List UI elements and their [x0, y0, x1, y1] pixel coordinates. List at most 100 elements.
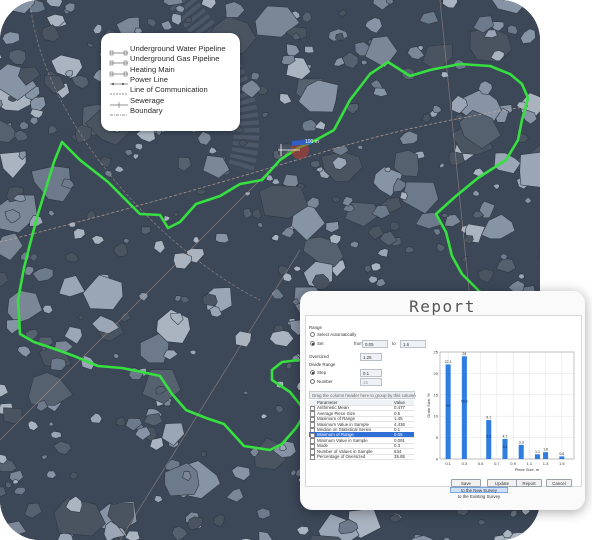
legend-label: Line of Communication: [130, 84, 208, 94]
legend-item: Underground Gas Pipeline: [109, 53, 220, 66]
number-input[interactable]: 15: [360, 378, 382, 386]
legend-label: Power Line: [130, 74, 168, 84]
bar-value-label: 0.6: [559, 452, 564, 456]
legend-label: Sewerage: [130, 95, 165, 105]
straight-line-2: [119, 249, 301, 540]
legend-item: Sewerage: [109, 95, 165, 108]
bar-secondary-label: 3.4: [503, 445, 508, 449]
row-value: 1.45: [394, 416, 403, 422]
row-parameter: Median on Statistical Series: [317, 427, 372, 432]
power-line-icon: [109, 75, 129, 86]
sewerage-icon: [109, 96, 129, 108]
y-tick-label: 10: [434, 414, 439, 419]
row-parameter: Arithmetic Mean: [317, 405, 349, 411]
legend-label: Underground Water Pipeline: [130, 43, 226, 53]
row-checkbox[interactable]: [310, 454, 316, 460]
y-tick-label: 5: [436, 435, 439, 440]
water-pipeline-icon: [109, 44, 129, 56]
x-tick-label: 0.7: [494, 461, 500, 466]
row-value: 0.05: [394, 432, 403, 438]
oversized-label: Oversized: [309, 354, 329, 359]
oversized-input[interactable]: 1.25: [360, 353, 382, 361]
legend-label: Underground Gas Pipeline: [130, 53, 220, 63]
range-label: Range: [309, 325, 322, 330]
x-tick-label: 0.1: [445, 461, 451, 466]
step-radio[interactable]: [310, 370, 315, 375]
legend-item: Boundary: [109, 105, 163, 116]
histogram-bar: [543, 452, 549, 459]
bar-value-label: 1.6: [543, 448, 548, 452]
histogram-bar: [534, 454, 540, 459]
x-tick-label: 0.3: [462, 461, 468, 466]
legend-item: Underground Water Pipeline: [109, 43, 226, 56]
legend-item: Power Line: [109, 74, 168, 86]
bar-value-label: 24: [462, 352, 466, 356]
legend-item: Line of Communication: [109, 84, 208, 95]
range-from-value: 0.05: [365, 341, 374, 347]
row-value: 0.1: [394, 427, 401, 432]
save-to-existing-survey-item[interactable]: to the Existing Survey: [450, 494, 508, 500]
divide-range-label: Divide Range: [309, 362, 336, 367]
bar-value-label: 3.3: [519, 440, 524, 444]
save-dropdown-menu: to the New Survey to the Existing Survey: [450, 487, 508, 499]
cancel-button[interactable]: Cancel: [546, 479, 572, 487]
histogram-bar: [461, 356, 467, 459]
step-input[interactable]: 0.1: [360, 369, 382, 377]
histogram-bar: [445, 364, 451, 459]
range-to-value: 1.6: [403, 341, 410, 347]
gas-pipeline-icon: [109, 54, 129, 66]
group-by-hint: Drag the column header here to group by …: [312, 392, 416, 398]
table-row[interactable]: Percentage of Oversized 35.85: [309, 454, 414, 460]
y-tick-label: 0: [436, 457, 439, 462]
update-button[interactable]: Update: [487, 479, 517, 487]
step-value: 0.1: [363, 370, 370, 376]
select-automatically-radio[interactable]: [310, 332, 315, 337]
range-to-input[interactable]: 1.6: [400, 340, 426, 348]
report-body: Range Select Automatically Set from 0.05…: [305, 315, 582, 487]
save-to-new-survey-item[interactable]: to the New Survey: [450, 487, 508, 493]
row-parameter: Minimum Value in Sample: [317, 437, 368, 443]
histogram-bar: [559, 456, 565, 459]
report-window: Report Range Select Automatically Set fr…: [300, 291, 585, 510]
number-radio[interactable]: [310, 379, 315, 384]
bar-value-label: 1.1: [535, 450, 540, 454]
row-value: 0.091: [394, 437, 405, 443]
bar-value-label: 4.7: [502, 434, 507, 438]
save-button[interactable]: Save: [451, 479, 481, 487]
legend-label: Boundary: [130, 105, 163, 115]
row-value: 0.3: [394, 443, 401, 449]
x-tick-label: 1.5: [559, 461, 565, 466]
row-parameter: Mode: [317, 443, 328, 449]
y-axis-label: Grain Size, %: [426, 393, 431, 418]
legend-item: Heating Main: [109, 64, 175, 77]
number-label: Number: [317, 379, 333, 384]
histogram-chart: 0 5 10 15 20 25 0.1 0.3 0.5 0.7 0.9 1.1 1.3 1.5 22.1 5.…: [426, 350, 575, 472]
step-label: Step: [317, 370, 327, 375]
x-axis-label: Piece Size, m: [515, 467, 540, 472]
bar-value-label: 9.1: [486, 416, 491, 420]
straight-line-3: [439, 0, 471, 301]
x-tick-label: 1.3: [543, 461, 549, 466]
group-by-area[interactable]: Drag the column header here to group by …: [309, 391, 416, 399]
header-value[interactable]: Value: [394, 400, 405, 405]
communication-line-icon: [109, 85, 129, 95]
row-value: 35.85: [394, 454, 405, 459]
x-tick-label: 0.5: [478, 461, 484, 466]
row-parameter: Number of Values in Sample: [317, 448, 373, 454]
set-range-label: Set: [317, 341, 324, 346]
heating-main-icon: [109, 65, 129, 77]
oversized-value: 1.25: [363, 354, 372, 360]
range-from-input[interactable]: 0.05: [362, 340, 388, 348]
marker-label: 100 m: [305, 139, 319, 145]
set-range-radio[interactable]: [310, 341, 315, 346]
row-parameter: Maximum of Range: [317, 416, 356, 422]
row-parameter: Percentage of Oversized: [317, 454, 366, 459]
report-title: Report: [409, 297, 476, 316]
row-value: 0.477: [394, 405, 405, 411]
header-parameter[interactable]: Parameter: [317, 400, 338, 405]
report-button[interactable]: Report: [516, 479, 542, 487]
histogram-bar: [486, 420, 492, 459]
bar-secondary-label: 5.5: [486, 435, 491, 439]
bar-secondary-label: 5.6: [446, 404, 451, 408]
row-value: 0.5: [394, 410, 401, 416]
